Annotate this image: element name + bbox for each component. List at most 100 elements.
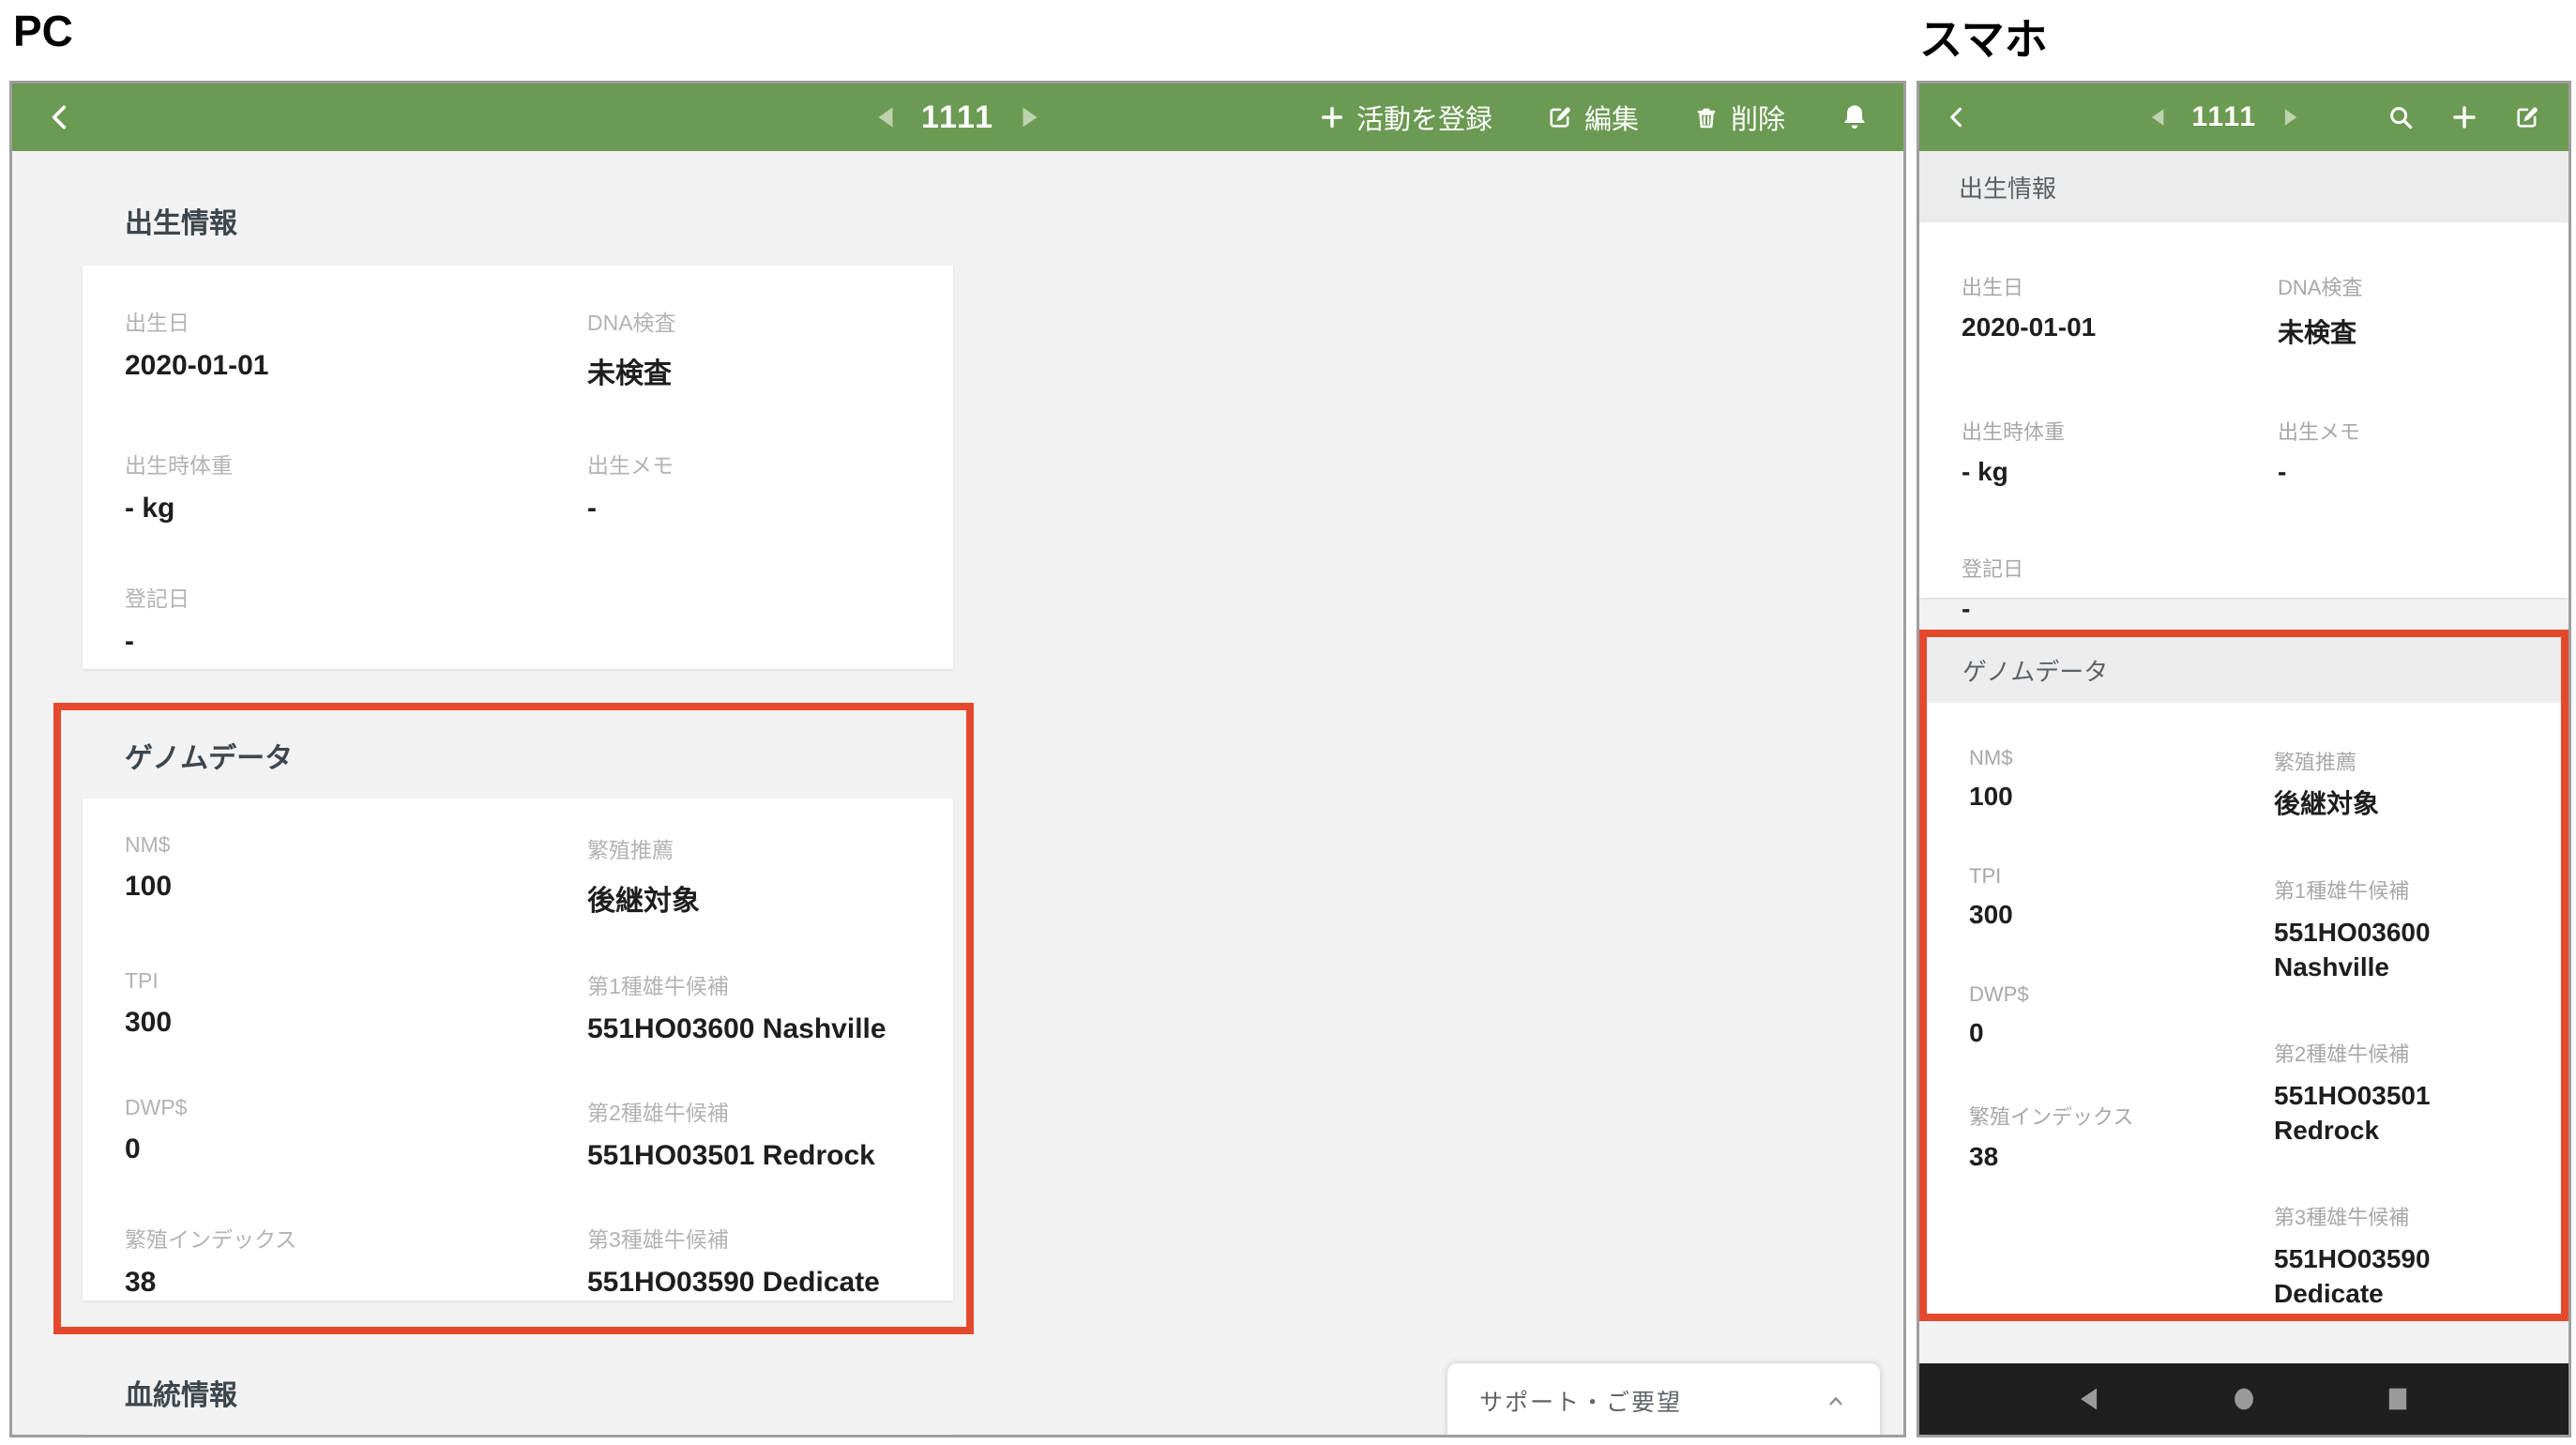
- android-home-button[interactable]: [2228, 1383, 2260, 1415]
- next-record-button[interactable]: [2283, 108, 2298, 127]
- field-bull-candidate-3: 第3種雄牛候補 551HO03590 Dedicate: [587, 1222, 953, 1299]
- field-value-line1: 551HO03600: [2274, 917, 2431, 947]
- field-value: 300: [125, 1007, 173, 1038]
- genome-section-title: ゲノムデータ: [1927, 637, 2561, 703]
- field-value: 0: [125, 1133, 141, 1164]
- chevron-left-icon: [1950, 107, 1962, 128]
- field-bull-candidate-1: 第1種雄牛候補 551HO03600 Nashville: [587, 968, 953, 1045]
- edit-button[interactable]: [2514, 104, 2540, 130]
- field-label: 繁殖インデックス: [125, 1227, 297, 1252]
- mobile-view-label: スマホ: [1919, 15, 2048, 64]
- field-label: 登記日: [125, 586, 189, 611]
- field-label: NM$: [125, 832, 171, 857]
- add-activity-button[interactable]: 活動を登録: [1319, 98, 1493, 137]
- pc-panel: 1111 活動を登録 編集 削除 出生情報 出生日 2020-01-01 DNA…: [9, 81, 1906, 1437]
- field-dna-test: DNA検査 未検査: [587, 305, 953, 391]
- field-label: 出生メモ: [2278, 420, 2361, 444]
- field-label: 第3種雄牛候補: [587, 1227, 729, 1252]
- field-value: 38: [125, 1267, 157, 1298]
- mobile-content: 出生情報 出生日 2020-01-01 DNA検査 未検査 出生時体重 - kg: [1919, 151, 2568, 1435]
- field-birth-memo: 出生メモ -: [587, 448, 953, 525]
- field-value: 2020-01-01: [1962, 312, 2097, 342]
- field-label: 繁殖推薦: [2274, 751, 2357, 774]
- field-nm: NM$ 100: [1969, 746, 2250, 812]
- field-label: NM$: [1969, 746, 2013, 769]
- field-value: 38: [1969, 1142, 1999, 1171]
- field-value: 551HO03590 Dedicate: [587, 1267, 880, 1298]
- chevron-up-icon[interactable]: [1824, 1389, 1848, 1413]
- field-value: - kg: [125, 493, 175, 524]
- field-value: -: [587, 493, 597, 524]
- field-birth-date: 出生日 2020-01-01: [125, 305, 587, 391]
- support-label: サポート・ご要望: [1479, 1389, 1683, 1416]
- birth-section-title: 出生情報: [1919, 151, 2568, 222]
- field-label: 登記日: [1962, 557, 2024, 581]
- field-label: DNA検査: [2278, 276, 2363, 299]
- support-widget[interactable]: サポート・ご要望: [1447, 1363, 1880, 1435]
- trash-icon: [1697, 108, 1716, 129]
- field-label: 出生日: [1962, 276, 2024, 299]
- next-record-button[interactable]: [1021, 106, 1039, 129]
- search-icon: [2390, 107, 2413, 129]
- field-value: 未検査: [2278, 318, 2357, 347]
- field-value: -: [2278, 457, 2287, 486]
- mobile-appbar: 1111: [1919, 84, 2568, 151]
- field-breeding-recommendation: 繁殖推薦 後継対象: [587, 832, 953, 919]
- genome-data-card: NM$ 100 繁殖推薦 後継対象 TPI 300 第1種雄牛候補 551HO0…: [83, 799, 953, 1300]
- android-recents-button[interactable]: [2382, 1383, 2414, 1415]
- mobile-panel: 1111 出生情報 出生日 2020-01-01 DNA検査 未検査 出生時体重…: [1917, 81, 2571, 1437]
- field-tpi: TPI 300: [125, 968, 587, 1045]
- plus-icon: [1321, 106, 1343, 129]
- chevron-left-icon: [52, 105, 67, 129]
- android-back-button[interactable]: [2074, 1383, 2106, 1415]
- field-registration-date: 登記日 -: [125, 581, 587, 658]
- android-navigation-bar: [1919, 1363, 2568, 1435]
- field-registration-date: 登記日 -: [1962, 553, 2278, 624]
- field-bull-candidate-3: 第3種雄牛候補 551HO03590 Dedicate: [2274, 1201, 2542, 1312]
- field-dna-test: DNA検査 未検査: [2278, 271, 2568, 350]
- field-value: 300: [1969, 900, 2013, 929]
- record-id: 1111: [920, 99, 995, 135]
- record-pager: 1111: [876, 84, 1039, 151]
- genome-right-column: 繁殖推薦 後継対象 第1種雄牛候補 551HO03600 Nashville 第…: [2274, 703, 2542, 1364]
- pedigree-info-card-partial: 母牛 父牛: [83, 1434, 953, 1435]
- field-dwp: DWP$ 0: [125, 1095, 587, 1172]
- field-label: TPI: [125, 968, 159, 993]
- field-value: 後継対象: [587, 886, 700, 917]
- search-button[interactable]: [2387, 103, 2415, 131]
- field-label: 第3種雄牛候補: [2274, 1205, 2410, 1229]
- prev-record-button[interactable]: [2150, 108, 2165, 127]
- field-label: 第1種雄牛候補: [2274, 878, 2410, 903]
- field-value: 551HO03600 Nashville: [587, 1013, 886, 1044]
- field-value: 100: [125, 871, 173, 902]
- field-label: 出生時体重: [125, 453, 233, 478]
- field-value: 未検査: [587, 358, 672, 389]
- field-label: 繁殖インデックス: [1969, 1105, 2134, 1129]
- record-pager: 1111: [2150, 84, 2298, 151]
- field-label: 第1種雄牛候補: [587, 974, 729, 998]
- back-button[interactable]: [1944, 104, 1970, 130]
- edit-button[interactable]: 編集: [1547, 98, 1639, 137]
- notifications-button[interactable]: [1840, 102, 1870, 132]
- field-value: -: [125, 626, 134, 657]
- field-birth-memo: 出生メモ -: [2278, 416, 2568, 487]
- delete-button[interactable]: 削除: [1693, 98, 1785, 137]
- add-button[interactable]: [2450, 103, 2478, 131]
- field-label: 繁殖推薦: [587, 838, 674, 862]
- field-dwp: DWP$ 0: [1969, 982, 2250, 1048]
- field-value-line1: 551HO03501: [2274, 1080, 2431, 1110]
- field-label: 出生メモ: [587, 453, 674, 478]
- field-birth-date: 出生日 2020-01-01: [1962, 271, 2278, 350]
- field-bull-candidate-2: 第2種雄牛候補 551HO03501 Redrock: [2274, 1038, 2542, 1148]
- birth-info-card: 出生日 2020-01-01 DNA検査 未検査 出生時体重 - kg 出生メモ…: [83, 266, 953, 669]
- prev-record-button[interactable]: [876, 106, 895, 129]
- back-button[interactable]: [44, 101, 76, 133]
- birth-info-card: 出生日 2020-01-01 DNA検査 未検査 出生時体重 - kg 出生メモ…: [1919, 222, 2568, 623]
- field-value: - kg: [1962, 457, 2008, 486]
- field-value-line2: Dedicate: [2274, 1278, 2384, 1308]
- field-label: TPI: [1969, 864, 2002, 888]
- pc-appbar-actions: 活動を登録 編集 削除: [1319, 98, 1903, 137]
- field-label: 第2種雄牛候補: [2274, 1042, 2410, 1066]
- field-breeding-recommendation: 繁殖推薦 後継対象: [2274, 746, 2542, 822]
- field-value: -: [1962, 594, 1971, 623]
